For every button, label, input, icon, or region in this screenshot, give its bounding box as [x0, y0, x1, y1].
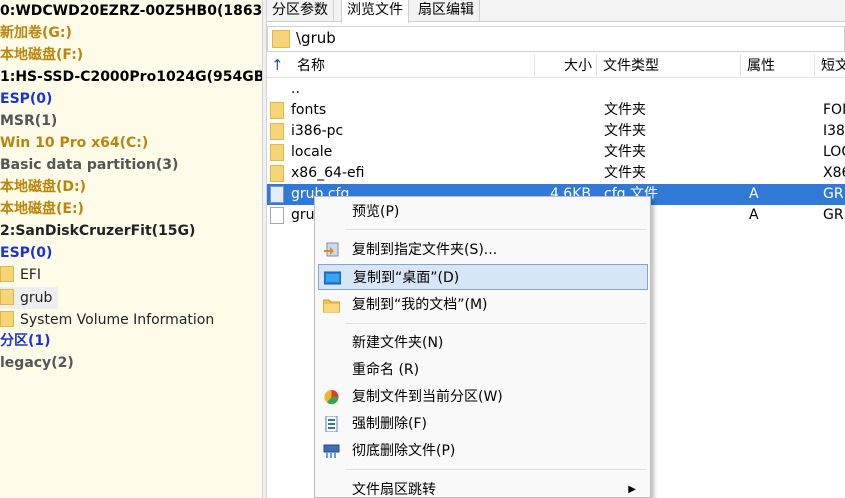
column-header-name[interactable]: 名称: [291, 54, 535, 78]
tree-item-disk0[interactable]: 0:WDCWD20EZRZ-00Z5HB0(1863G: [0, 0, 262, 22]
file-short-name: GR: [823, 207, 844, 223]
menu-item-label: 重命名 (R): [352, 362, 420, 378]
pie-chart-icon: [324, 390, 339, 405]
tree-item-esp0-usb[interactable]: ESP(0): [0, 242, 52, 264]
copy-to-folder-icon: [324, 242, 339, 257]
menu-item-sector-jump[interactable]: 文件扇区跳转 ▶: [318, 477, 648, 498]
folder-icon: [0, 311, 14, 327]
file-short-name: GR: [823, 186, 844, 202]
menu-separator: [346, 323, 646, 324]
folder-icon: [0, 266, 14, 282]
folder-icon: [270, 144, 284, 161]
file-list-header: ↑ 名称 大小 文件类型 属性 短文: [267, 54, 845, 78]
tree-item-partition1[interactable]: 分区(1): [0, 330, 51, 352]
file-row-parent[interactable]: ..: [267, 79, 845, 100]
tree-item-system-volume-information[interactable]: System Volume Information: [0, 309, 214, 331]
file-type: 文件夹: [604, 102, 646, 118]
folder-icon: [270, 165, 284, 182]
folder-icon: [272, 30, 290, 48]
tree-item-label: grub: [20, 290, 53, 306]
file-attr: A: [749, 186, 759, 202]
menu-item-label: 文件扇区跳转: [352, 482, 436, 498]
menu-item-permanent-delete[interactable]: 彻底删除文件(P): [318, 438, 648, 464]
submenu-arrow-icon: ▶: [628, 484, 636, 495]
path-bar[interactable]: \grub: [267, 26, 845, 52]
tab-partition-params[interactable]: 分区参数: [267, 0, 334, 22]
file-short-name: X86: [823, 165, 845, 181]
tree-item-legacy2[interactable]: legacy(2): [0, 352, 74, 374]
file-row-i386-pc[interactable]: i386-pc 文件夹 I38: [267, 121, 845, 142]
partition-tree[interactable]: 0:WDCWD20EZRZ-00Z5HB0(1863G 新加卷(G:) 本地磁盘…: [0, 0, 262, 498]
menu-item-copy-to-current-partition[interactable]: 复制文件到当前分区(W): [318, 384, 648, 410]
folder-icon: [0, 289, 14, 305]
file-icon: [270, 207, 284, 224]
file-row-locale[interactable]: locale 文件夹 LOC: [267, 142, 845, 163]
file-name: ..: [291, 81, 300, 97]
file-type: 文件夹: [604, 123, 646, 139]
menu-item-copy-to-desktop[interactable]: 复制到“桌面”(D): [318, 264, 648, 290]
menu-item-label: 新建文件夹(N): [352, 335, 444, 351]
file-name: locale: [291, 144, 333, 160]
tab-bar: 分区参数 浏览文件 扇区编辑: [267, 0, 845, 23]
tree-item-label: System Volume Information: [20, 312, 215, 328]
column-header-size[interactable]: 大小: [535, 54, 597, 78]
file-name: x86_64-efi: [291, 165, 365, 181]
menu-item-preview[interactable]: 预览(P): [318, 199, 648, 225]
desktop-icon: [324, 271, 341, 285]
up-directory-icon[interactable]: ↑: [271, 56, 287, 74]
file-short-name: I38: [823, 123, 845, 139]
menu-item-label: 复制文件到当前分区(W): [352, 389, 503, 405]
shredder-icon: [323, 444, 340, 458]
folder-icon: [270, 102, 284, 119]
menu-item-new-folder[interactable]: 新建文件夹(N): [318, 330, 648, 356]
tree-item-volume-g[interactable]: 新加卷(G:): [0, 22, 72, 44]
tree-item-basic-data-partition[interactable]: Basic data partition(3): [0, 154, 178, 176]
tree-item-volume-c[interactable]: Win 10 Pro x64(C:): [0, 132, 148, 154]
tree-item-volume-e[interactable]: 本地磁盘(E:): [0, 198, 84, 220]
tab-sector-editor[interactable]: 扇区编辑: [413, 0, 480, 22]
cfg-file-icon: [270, 186, 284, 203]
menu-item-copy-to-folder[interactable]: 复制到指定文件夹(S)...: [318, 237, 648, 263]
tree-item-grub[interactable]: grub: [0, 287, 52, 309]
force-delete-icon: [325, 416, 338, 432]
menu-item-force-delete[interactable]: 强制删除(F): [318, 411, 648, 437]
menu-item-label: 彻底删除文件(P): [352, 443, 456, 459]
file-row-x86-64-efi[interactable]: x86_64-efi 文件夹 X86: [267, 163, 845, 184]
path-text: \grub: [296, 29, 336, 47]
menu-item-label: 预览(P): [352, 204, 400, 220]
menu-item-copy-to-documents[interactable]: 复制到“我的文档”(M): [318, 292, 648, 318]
tree-item-disk1[interactable]: 1:HS-SSD-C2000Pro1024G(954GB): [0, 66, 262, 88]
menu-separator: [346, 229, 646, 230]
tree-item-disk2[interactable]: 2:SanDiskCruzerFit(15G): [0, 220, 195, 242]
file-name: fonts: [291, 102, 327, 118]
file-short-name: FON: [823, 102, 845, 118]
folder-icon: [270, 123, 284, 140]
tab-browse-files[interactable]: 浏览文件: [341, 0, 409, 23]
file-row-fonts[interactable]: fonts 文件夹 FON: [267, 100, 845, 121]
documents-folder-icon: [323, 299, 340, 313]
tree-item-volume-d[interactable]: 本地磁盘(D:): [0, 176, 86, 198]
file-type: 文件夹: [604, 165, 646, 181]
tree-item-msr1[interactable]: MSR(1): [0, 110, 57, 132]
column-header-type[interactable]: 文件类型: [597, 54, 741, 78]
menu-item-label: 强制删除(F): [352, 416, 427, 432]
tree-item-esp0[interactable]: ESP(0): [0, 88, 52, 110]
menu-item-label: 复制到“我的文档”(M): [352, 297, 488, 313]
menu-item-label: 复制到“桌面”(D): [353, 270, 460, 286]
column-header-attr[interactable]: 属性: [741, 54, 815, 78]
file-short-name: LOC: [823, 144, 845, 160]
file-name: i386-pc: [291, 123, 344, 139]
tree-item-volume-f[interactable]: 本地磁盘(F:): [0, 44, 83, 66]
tree-item-efi[interactable]: EFI: [0, 264, 41, 286]
menu-separator: [346, 469, 646, 470]
tree-item-label: EFI: [20, 267, 42, 283]
column-header-short-name[interactable]: 短文: [815, 54, 845, 78]
file-type: 文件夹: [604, 144, 646, 160]
menu-item-rename[interactable]: 重命名 (R): [318, 357, 648, 383]
context-menu: 预览(P) 复制到指定文件夹(S)... 复制到“桌面”(D) 复制到“我的文档…: [314, 196, 651, 498]
menu-item-label: 复制到指定文件夹(S)...: [352, 242, 498, 258]
file-attr: A: [749, 207, 759, 223]
